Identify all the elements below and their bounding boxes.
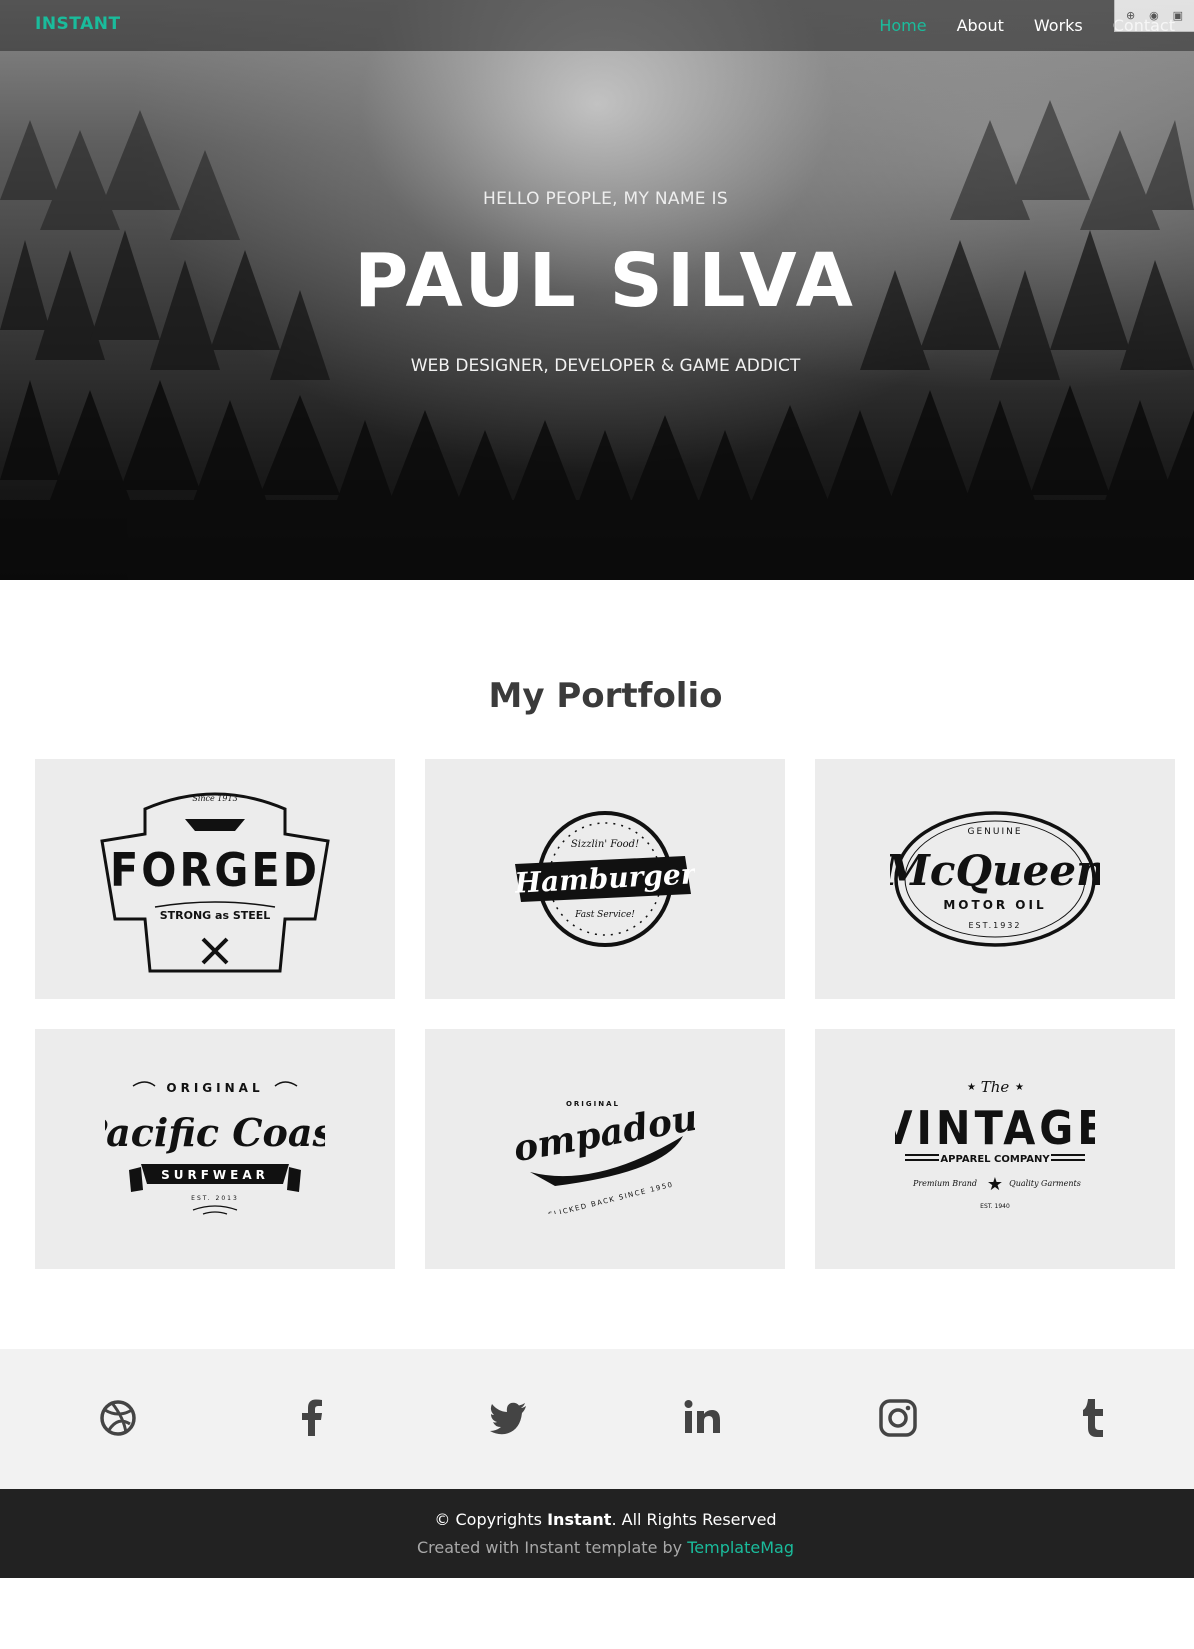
portfolio-item-pacific-coast[interactable]: ORIGINAL Pacific Coast SURFWEAR EST. 201… [35, 1029, 395, 1269]
nav-link-about[interactable]: About [957, 16, 1004, 35]
eye-icon[interactable]: ◉ [1149, 9, 1159, 22]
mcqueen-logo: GENUINE McQueen MOTOR OIL EST.1932 [890, 811, 1100, 947]
pacific-sub-text: SURFWEAR [161, 1168, 269, 1182]
copyright-suffix: . All Rights Reserved [611, 1510, 777, 1529]
portfolio-item-hamburger[interactable]: Sizzlin' Food! Hamburger Fast Service! [425, 759, 785, 999]
hamburger-logo: Sizzlin' Food! Hamburger Fast Service! [515, 811, 695, 947]
hero-tagline: WEB DESIGNER, DEVELOPER & GAME ADDICT [410, 356, 801, 376]
vintage-main-text: VINTAGE [895, 1101, 1095, 1155]
mcqueen-top-text: GENUINE [967, 827, 1022, 837]
pompadour-top-text: ORIGINAL [566, 1100, 620, 1108]
mcqueen-est-text: EST.1932 [969, 921, 1022, 930]
copyright-prefix: © Copyrights [434, 1510, 548, 1529]
pompadour-sub-text: SLICKED BACK SINCE 1950 [548, 1180, 675, 1214]
facebook-icon[interactable] [291, 1396, 335, 1440]
browser-extension-toolbar: ⊕ ◉ ▣ [1114, 0, 1194, 32]
portfolio-item-forged[interactable]: Since 1913 FORGED STRONG as STEEL [35, 759, 395, 999]
zoom-in-icon[interactable]: ⊕ [1126, 9, 1135, 22]
portfolio-item-pompadour[interactable]: ORIGINAL Pompadour SLICKED BACK SINCE 19… [425, 1029, 785, 1269]
svg-text:★: ★ [967, 1082, 976, 1093]
pompadour-logo: ORIGINAL Pompadour SLICKED BACK SINCE 19… [515, 1093, 695, 1214]
hero-section: INSTANT Home About Works Contact ⊕ ◉ ▣ H… [0, 0, 1194, 580]
nav-link-works[interactable]: Works [1034, 16, 1083, 35]
portfolio-item-mcqueen[interactable]: GENUINE McQueen MOTOR OIL EST.1932 [815, 759, 1175, 999]
linkedin-icon[interactable] [681, 1396, 725, 1440]
top-navbar: INSTANT Home About Works Contact ⊕ ◉ ▣ [0, 0, 1194, 51]
copyright-text: © Copyrights Instant. All Rights Reserve… [0, 1510, 1194, 1529]
forged-main-text: FORGED [110, 843, 320, 897]
forged-top-text: Since 1913 [192, 794, 237, 803]
pacific-main-text: Pacific Coast [105, 1110, 325, 1155]
pacific-top-text: ORIGINAL [166, 1081, 263, 1095]
svg-text:★: ★ [1015, 1082, 1024, 1093]
social-links-bar [0, 1349, 1194, 1489]
hamburger-top-text: Sizzlin' Food! [571, 839, 639, 850]
hamburger-sub-text: Fast Service! [574, 910, 635, 920]
mcqueen-sub-text: MOTOR OIL [943, 898, 1046, 912]
twitter-icon[interactable] [486, 1396, 530, 1440]
copyright-brand: Instant [547, 1510, 612, 1529]
instagram-icon[interactable] [876, 1396, 920, 1440]
portfolio-item-the-vintage[interactable]: The ★ ★ VINTAGE APPAREL COMPANY Premium … [815, 1029, 1175, 1269]
tumblr-icon[interactable] [1071, 1396, 1115, 1440]
hero-name: PAUL SILVA [354, 238, 857, 324]
portfolio-title: My Portfolio [488, 676, 723, 716]
pacific-coast-logo: ORIGINAL Pacific Coast SURFWEAR EST. 201… [105, 1081, 325, 1215]
pacific-est-text: EST. 2013 [191, 1195, 239, 1202]
template-credit: Created with Instant template by Templat… [0, 1538, 1194, 1557]
svg-text:★: ★ [987, 1174, 1003, 1195]
nav-link-home[interactable]: Home [879, 16, 926, 35]
lock-icon[interactable]: ▣ [1173, 9, 1183, 22]
forged-sub-text: STRONG as STEEL [160, 909, 271, 922]
vintage-est-text: EST. 1940 [980, 1203, 1010, 1210]
forged-logo: Since 1913 FORGED STRONG as STEEL [100, 792, 330, 973]
vintage-top-text: The [981, 1078, 1010, 1096]
brand-logo[interactable]: INSTANT [35, 14, 121, 34]
vintage-right-text: Quality Garments [1009, 1179, 1081, 1188]
dribbble-icon[interactable] [96, 1396, 140, 1440]
vintage-logo: The ★ ★ VINTAGE APPAREL COMPANY Premium … [895, 1078, 1095, 1210]
templatemag-link[interactable]: TemplateMag [687, 1538, 794, 1557]
credit-prefix: Created with Instant template by [416, 1538, 688, 1557]
vintage-left-text: Premium Brand [912, 1179, 977, 1188]
site-footer: © Copyrights Instant. All Rights Reserve… [0, 1489, 1194, 1578]
mcqueen-main-text: McQueen [890, 846, 1100, 895]
hero-kicker: HELLO PEOPLE, MY NAME IS [483, 189, 728, 209]
vintage-sub-text: APPAREL COMPANY [940, 1154, 1050, 1165]
